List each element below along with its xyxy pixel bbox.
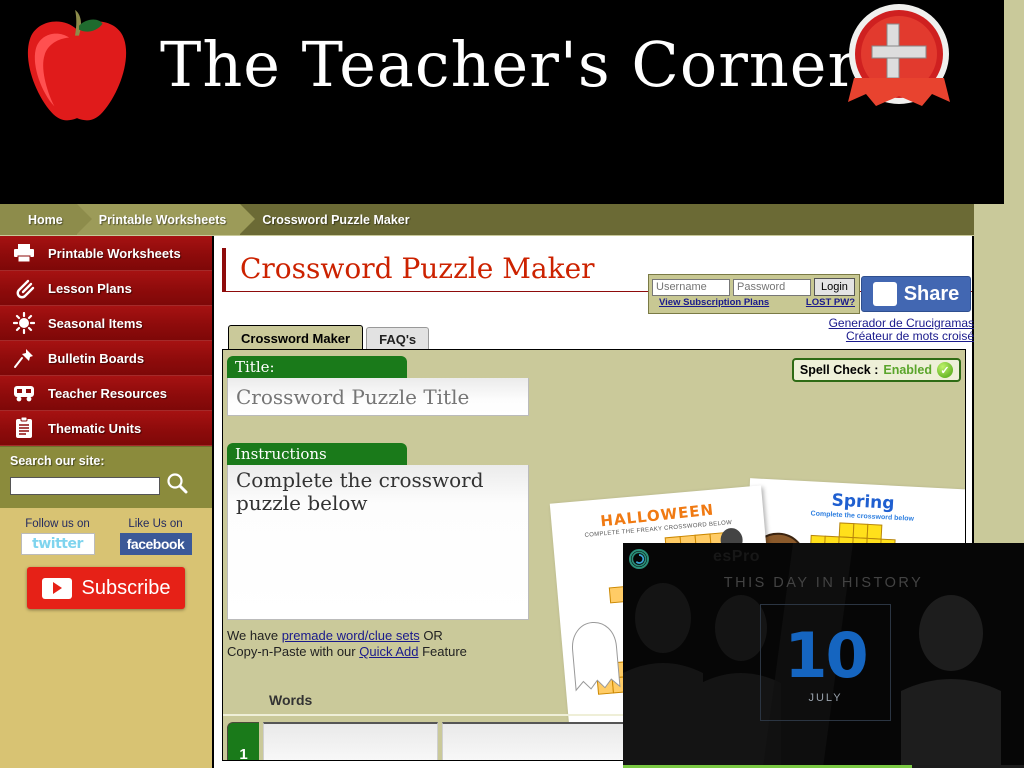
clipboard-icon [10,415,38,441]
ad-month-label: JULY [808,691,843,704]
title-input[interactable] [227,378,529,416]
magnifier-icon[interactable] [166,472,188,499]
sidebar-item-label: Teacher Resources [48,385,167,401]
social-section: Follow us on twitter Like Us on facebook… [0,508,212,609]
site-search: Search our site: [0,446,212,508]
instructions-textarea[interactable] [227,465,529,620]
facebook-share-button[interactable]: f Share [861,276,971,312]
table-row: 1 [227,722,637,760]
sidebar-item-label: Thematic Units [48,420,142,436]
sidebar-item-label: Bulletin Boards [48,350,145,366]
facebook-button[interactable]: facebook [119,533,192,555]
ad-brand-label: esPro [713,548,760,565]
sidebar-item-lesson-plans[interactable]: Lesson Plans [0,271,212,306]
printer-icon [10,240,38,266]
login-button[interactable]: Login [814,278,855,296]
search-label: Search our site: [10,454,105,468]
sidebar-item-label: Printable Worksheets [48,245,181,261]
sidebar-item-printable-worksheets[interactable]: Printable Worksheets [0,236,212,271]
lost-password-link[interactable]: LOST PW? [806,297,855,308]
spell-check-toggle[interactable]: Spell Check : Enabled ✓ [791,358,961,382]
sidebar-item-label: Lesson Plans [48,280,132,296]
sidebar-item-seasonal-items[interactable]: Seasonal Items [0,306,212,341]
tab-bar: Crossword Maker FAQ's [228,325,432,350]
quick-add-link[interactable]: Quick Add [359,644,418,659]
helper-line1-pre: We have [227,628,282,643]
login-box: Login View Subscription Plans LOST PW? [648,274,860,314]
breadcrumb-item-home[interactable]: Home [0,204,92,235]
helper-line2-pre: Copy-n-Paste with our [227,644,360,659]
twitter-button[interactable]: twitter [20,533,95,555]
youtube-subscribe-button[interactable]: Subscribe [27,567,185,609]
instructions-field-label: Instructions [227,443,407,465]
page-root: The Teacher's Corner Home Printable Work… [0,0,1024,768]
school-bus-icon [10,380,38,406]
title-field-group: Title: [227,356,529,416]
helper-line2-post: Feature [418,644,467,659]
premade-sets-link[interactable]: premade word/clue sets [282,628,420,643]
username-input[interactable] [652,278,730,296]
sidebar-item-thematic-units[interactable]: Thematic Units [0,411,212,446]
french-crossword-link[interactable]: Créateur de mots croisé [754,330,974,343]
sidebar: Printable Worksheets Lesson Plans Season… [0,236,214,768]
ad-day-number: 10 [784,618,868,692]
words-header-label: Words [269,692,313,708]
play-icon [41,577,72,599]
history-logo-icon [629,549,649,569]
spell-check-status: Enabled [883,363,932,377]
red-apple-icon [27,10,127,121]
tab-crossword-maker[interactable]: Crossword Maker [228,325,364,350]
paperclip-icon [10,275,38,301]
site-header: The Teacher's Corner [0,0,1004,204]
helper-line1-post: OR [419,628,443,643]
tab-faqs[interactable]: FAQ's [366,327,430,350]
breadcrumb-item-crossword-puzzle-maker: Crossword Puzzle Maker [262,212,410,227]
view-subscription-plans-link[interactable]: View Subscription Plans [659,297,769,308]
language-links: Generador de Crucigramas Créateur de mot… [754,317,974,343]
sun-icon [10,310,38,336]
ad-date-card: 10 JULY [760,604,891,721]
world-famous-seal-icon [848,4,950,106]
sidebar-item-bulletin-boards[interactable]: Bulletin Boards [0,341,212,376]
facebook-share-label: Share [903,282,960,305]
pushpin-icon [10,345,38,371]
facebook-caption: Like Us on [128,518,183,530]
green-check-icon: ✓ [937,362,953,378]
helper-text: We have premade word/clue sets OR Copy-n… [227,628,467,660]
twitter-caption: Follow us on [25,518,90,530]
sidebar-nav: Printable Worksheets Lesson Plans Season… [0,236,212,446]
video-ad-overlay[interactable]: esPro THIS DAY IN HISTORY 10 JULY [623,543,1024,768]
ad-headline: THIS DAY IN HISTORY [723,575,924,591]
clue-input-cell[interactable] [442,722,637,760]
title-field-label: Title: [227,356,407,378]
youtube-subscribe-label: Subscribe [81,576,171,599]
breadcrumb-item-printable-worksheets[interactable]: Printable Worksheets [76,204,255,235]
word-input-cell[interactable] [263,722,438,760]
search-input[interactable] [10,476,160,495]
breadcrumb: Home Printable Worksheets Crossword Puzz… [0,204,974,235]
instructions-field-group: Instructions [227,443,529,625]
word-row-number: 1 [227,722,259,760]
sidebar-item-teacher-resources[interactable]: Teacher Resources [0,376,212,411]
password-input[interactable] [733,278,811,296]
sidebar-item-label: Seasonal Items [48,315,143,331]
spell-check-label: Spell Check : [799,363,879,377]
page-title: The Teacher's Corner [160,28,859,101]
facebook-f-icon: f [872,282,897,306]
ghost-icon [572,622,621,692]
